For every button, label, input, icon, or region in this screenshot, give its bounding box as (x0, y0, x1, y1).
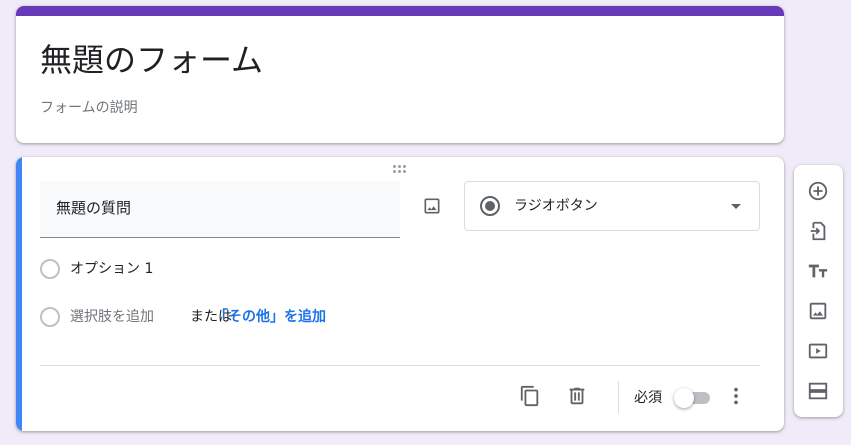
add-option-radio (40, 307, 60, 327)
question-title-field[interactable]: 無題の質問 (40, 181, 400, 238)
required-toggle[interactable] (674, 387, 714, 409)
toggle-thumb (674, 388, 694, 408)
section-icon (807, 380, 829, 402)
side-toolbar (794, 165, 843, 417)
add-other-button[interactable]: 「その他」を追加 (214, 307, 326, 327)
image-icon (422, 196, 442, 216)
import-questions-button[interactable] (806, 219, 830, 243)
image-icon (807, 300, 829, 322)
radio-checked-icon (479, 195, 501, 217)
dropdown-arrow-icon (731, 204, 741, 209)
trash-icon (566, 385, 588, 407)
form-accent-bar (16, 6, 784, 16)
add-question-button[interactable] (806, 179, 830, 203)
duplicate-button[interactable] (518, 384, 542, 408)
form-title[interactable]: 無題のフォーム (40, 40, 263, 80)
footer-vertical-divider (618, 381, 619, 413)
question-title[interactable]: 無題の質問 (56, 198, 131, 218)
question-type-select[interactable]: ラジオボタン (464, 181, 760, 231)
video-icon (807, 340, 829, 362)
question-type-label: ラジオボタン (514, 198, 598, 214)
form-description-field[interactable]: フォームの説明 (40, 98, 138, 118)
drag-handle-icon[interactable] (392, 165, 408, 173)
required-label: 必須 (634, 390, 662, 406)
option-radio (40, 259, 60, 279)
active-question-indicator (16, 157, 22, 431)
import-icon (807, 220, 829, 242)
footer-divider (40, 365, 760, 366)
add-image-tool-button[interactable] (806, 299, 830, 323)
more-options-button[interactable] (724, 384, 748, 408)
add-video-button[interactable] (806, 339, 830, 363)
copy-icon (519, 385, 541, 407)
add-section-button[interactable] (806, 379, 830, 403)
add-circle-icon (807, 180, 829, 202)
add-image-button[interactable] (416, 190, 448, 222)
delete-button[interactable] (565, 384, 589, 408)
form-title-card[interactable]: 無題のフォーム フォームの説明 (16, 6, 784, 143)
question-card[interactable]: 無題の質問 ラジオボタン オプション 1 選択肢を追加 または 「その他」を追加… (16, 157, 784, 431)
title-text-icon (807, 260, 829, 282)
add-option-button[interactable]: 選択肢を追加 (70, 307, 154, 327)
option-label[interactable]: オプション 1 (70, 259, 153, 279)
add-title-description-button[interactable] (806, 259, 830, 283)
more-vert-icon (725, 385, 747, 407)
